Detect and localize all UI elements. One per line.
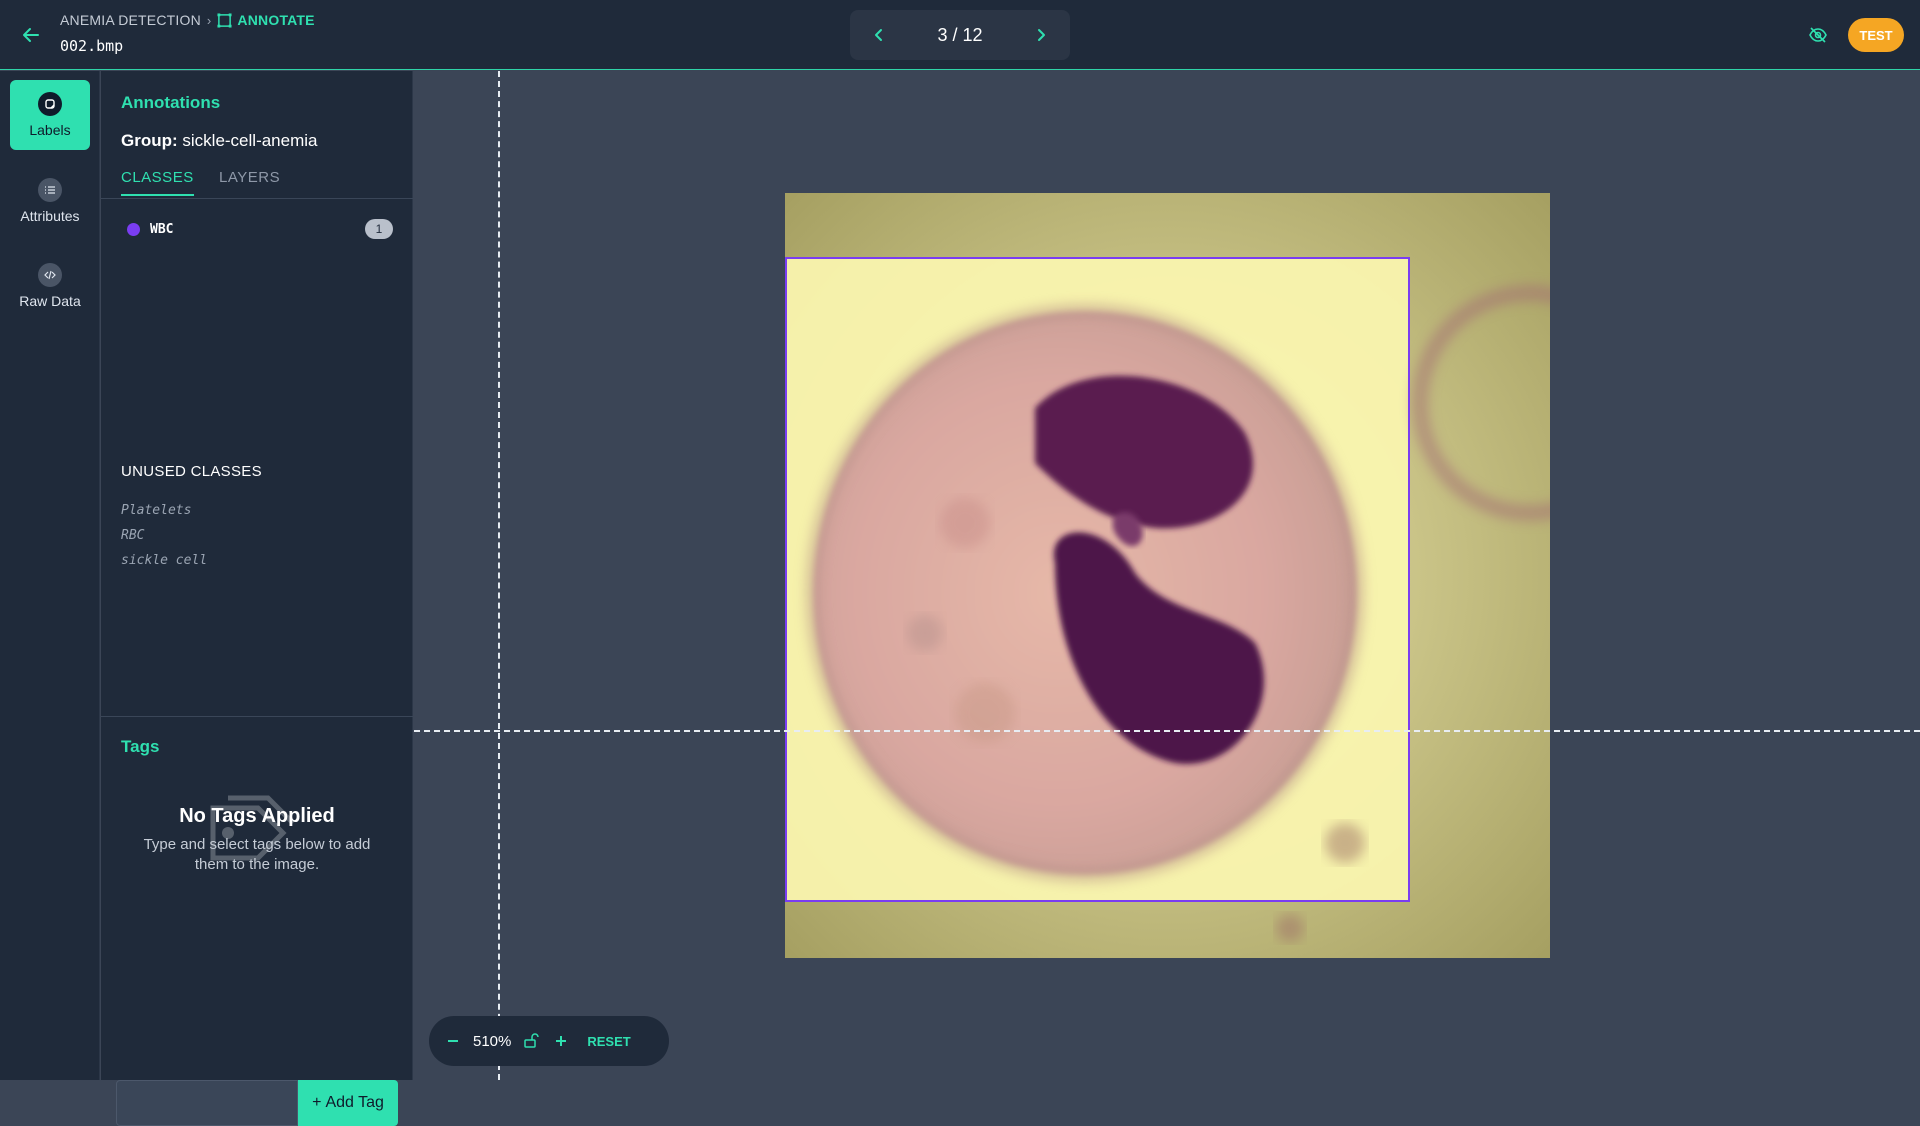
tags-section: Tags No Tags Applied Type and select tag…	[101, 716, 413, 1126]
class-color-dot	[127, 222, 140, 236]
no-tags-title: No Tags Applied	[179, 805, 335, 827]
zoom-lock-button[interactable]	[521, 1031, 541, 1051]
plus-icon	[556, 1036, 567, 1046]
no-tags-subtitle: Type and select tags below to add them t…	[143, 836, 371, 873]
minus-icon	[448, 1040, 458, 1042]
tab-classes[interactable]: CLASSES	[121, 169, 194, 196]
back-arrow-icon[interactable]	[18, 22, 44, 48]
breadcrumb: ANEMIA DETECTION › ANNOTATE	[60, 12, 315, 28]
zoom-level: 510%	[473, 1032, 512, 1050]
unused-class-item[interactable]: Platelets	[121, 503, 191, 518]
rail-item-label: Labels	[29, 122, 71, 138]
next-image-button[interactable]	[1030, 24, 1052, 46]
group-label: Group:	[121, 131, 178, 150]
class-name: WBC	[150, 221, 174, 237]
unlock-icon	[524, 1033, 540, 1048]
rail-item-labels[interactable]: Labels	[10, 80, 90, 150]
breadcrumb-current-label: ANNOTATE	[237, 12, 315, 28]
group-line: Group: sickle-cell-anemia	[121, 131, 318, 151]
add-tag-label: Add Tag	[325, 1094, 384, 1111]
breadcrumb-current: ANNOTATE	[217, 12, 315, 28]
plus-icon: +	[312, 1094, 322, 1111]
top-bar: ANEMIA DETECTION › ANNOTATE 002.bmp 3 / …	[0, 0, 1920, 70]
tag-input[interactable]	[116, 1080, 298, 1126]
annotation-bounding-box-wbc[interactable]	[785, 257, 1410, 902]
chevron-right-icon	[1037, 29, 1045, 41]
tab-layers[interactable]: LAYERS	[219, 169, 280, 194]
rail-item-label: Attributes	[20, 208, 80, 224]
image-pager: 3 / 12	[850, 10, 1070, 60]
class-count-badge: 1	[365, 219, 393, 239]
image-filename: 002.bmp	[60, 37, 124, 55]
zoom-toolbar: 510% RESET	[429, 1016, 669, 1066]
annotate-icon	[217, 12, 232, 28]
user-avatar[interactable]: TEST	[1848, 18, 1904, 52]
add-tag-button[interactable]: + Add Tag	[298, 1080, 398, 1126]
tags-title: Tags	[121, 737, 160, 756]
group-value: sickle-cell-anemia	[182, 131, 318, 150]
unused-class-item[interactable]: sickle cell	[121, 553, 207, 568]
code-icon	[38, 263, 62, 287]
unused-class-item[interactable]: RBC	[121, 528, 144, 543]
panel-tabs: CLASSES LAYERS	[101, 167, 413, 199]
unused-classes-title: UNUSED CLASSES	[121, 463, 262, 480]
annotations-panel: Annotations Group: sickle-cell-anemia CL…	[101, 71, 413, 1126]
zoom-out-button[interactable]	[443, 1031, 463, 1051]
crosshair-horizontal-guide	[414, 730, 1920, 732]
annotation-canvas[interactable]: 510% RESET	[414, 71, 1920, 1080]
zoom-reset-button[interactable]: RESET	[587, 1034, 630, 1049]
list-icon	[38, 178, 62, 202]
hide-annotations-toggle[interactable]	[1805, 22, 1831, 48]
chevron-left-icon	[875, 29, 882, 41]
rail-item-attributes[interactable]: Attributes	[10, 166, 90, 236]
zoom-in-button[interactable]	[551, 1031, 571, 1051]
class-row-wbc[interactable]: WBC 1	[121, 217, 393, 241]
pager-count: 3 / 12	[937, 24, 983, 45]
left-rail: Labels Attributes Raw Data	[0, 71, 100, 1080]
panel-title: Annotations	[121, 93, 221, 112]
eye-off-icon	[1809, 27, 1827, 43]
breadcrumb-project[interactable]: ANEMIA DETECTION	[60, 12, 201, 28]
rail-item-label: Raw Data	[19, 293, 81, 309]
label-icon	[38, 92, 62, 116]
previous-image-button[interactable]	[868, 24, 890, 46]
rail-item-raw-data[interactable]: Raw Data	[10, 251, 90, 321]
crosshair-vertical-guide	[498, 71, 500, 1080]
breadcrumb-chevron-icon: ›	[206, 12, 212, 28]
